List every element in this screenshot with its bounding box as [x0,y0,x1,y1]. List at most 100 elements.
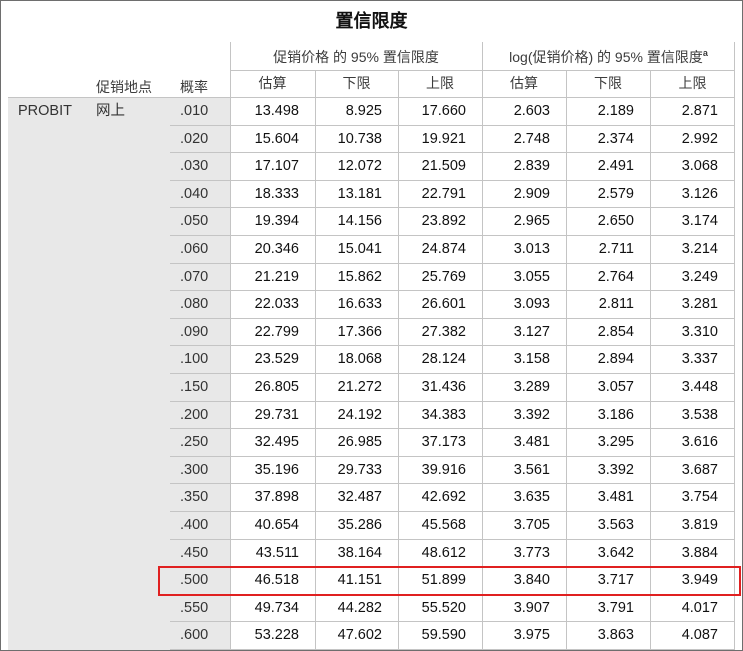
probability-cell: .550 [180,599,209,616]
price-ci-group-header: 促销价格 的 95% 置信限度 [230,46,482,68]
log-upper-cell: 3.126 [650,180,735,208]
price-estimate-cell: 32.495 [230,429,315,456]
price-upper-cell: 34.383 [398,401,482,429]
log-lower-cell: 2.491 [566,153,650,180]
log-upper-cell: 3.310 [650,318,735,346]
table-row: .200 29.731 24.192 34.383 3.392 3.186 3.… [170,401,735,430]
log-estimate-cell: 2.965 [482,208,566,235]
price-estimate-cell: 13.498 [230,98,315,125]
table-row: .100 23.529 18.068 28.124 3.158 2.894 3.… [170,346,735,374]
log-estimate-cell: 3.907 [482,594,566,622]
log-estimate-cell: 2.603 [482,98,566,125]
price-upper-cell: 51.899 [398,567,482,594]
table-row: .350 37.898 32.487 42.692 3.635 3.481 3.… [170,484,735,512]
probability-cell: .200 [180,406,209,423]
log-lower-cell: 2.189 [566,98,650,125]
probability-cell: .020 [180,130,209,147]
price-ci-group-label: 促销价格 的 95% 置信限度 [273,49,439,65]
price-upper-cell: 59.590 [398,622,482,649]
price-estimate-cell: 40.654 [230,511,315,539]
log-lower-cell: 3.642 [566,539,650,567]
log-estimate-cell: 3.635 [482,484,566,511]
table-row: .070 21.219 15.862 25.769 3.055 2.764 3.… [170,263,735,292]
log-lower-cell: 3.057 [566,373,650,401]
log-upper-cell: 3.819 [650,511,735,539]
price-estimate-cell: 49.734 [230,594,315,622]
price-lower-cell: 16.633 [315,291,398,318]
log-price-ci-group-label: log(促销价格) 的 95% 置信限度 [509,49,703,65]
price-lower-cell: 17.366 [315,318,398,346]
price-lower-cell: 29.733 [315,456,398,484]
price-upper-cell: 24.874 [398,235,482,263]
price-upper-cell: 31.436 [398,373,482,401]
table-body: .010 13.498 8.925 17.660 2.603 2.189 2.8… [170,98,735,650]
table-row: .150 26.805 21.272 31.436 3.289 3.057 3.… [170,373,735,402]
probability-cell: .050 [180,213,209,230]
price-lower-cell: 21.272 [315,373,398,401]
log-lower-cell: 2.579 [566,180,650,208]
log-lower-cell: 2.811 [566,291,650,318]
probability-cell: .300 [180,461,209,478]
log-upper-header: 上限 [678,75,707,91]
probability-cell: .350 [180,489,209,506]
table-row: .040 18.333 13.181 22.791 2.909 2.579 3.… [170,180,735,209]
table-row: .450 43.511 38.164 48.612 3.773 3.642 3.… [170,539,735,568]
probability-cell: .090 [180,323,209,340]
log-estimate-cell: 2.748 [482,125,566,153]
probability-cell: .010 [180,103,209,119]
location-column-header: 促销地点 [96,79,152,95]
log-estimate-header: 估算 [510,75,538,91]
log-upper-cell: 3.687 [650,456,735,484]
probability-cell: .250 [180,434,209,451]
log-lower-cell: 3.481 [566,484,650,511]
log-estimate-cell: 3.392 [482,401,566,429]
log-upper-cell: 3.281 [650,291,735,318]
log-lower-cell: 3.392 [566,456,650,484]
probability-cell: .030 [180,158,209,175]
price-lower-cell: 8.925 [315,98,398,125]
confidence-limits-pivot-table[interactable]: 置信限度 促销价格 的 95% 置信限度 log(促销价格) 的 95% 置信限… [0,0,743,651]
log-estimate-cell: 3.127 [482,318,566,346]
log-upper-cell: 3.337 [650,346,735,373]
table-row: .600 53.228 47.602 59.590 3.975 3.863 4.… [170,622,735,650]
probability-cell: .080 [180,296,209,313]
table-row: .030 17.107 12.072 21.509 2.839 2.491 3.… [170,153,735,181]
log-lower-cell: 2.854 [566,318,650,346]
log-upper-cell: 3.754 [650,484,735,511]
log-lower-cell: 2.650 [566,208,650,235]
price-upper-cell: 23.892 [398,208,482,235]
price-upper-cell: 27.382 [398,318,482,346]
price-estimate-cell: 19.394 [230,208,315,235]
log-lower-header: 下限 [594,75,622,91]
price-estimate-cell: 15.604 [230,125,315,153]
probability-cell: .450 [180,544,209,561]
log-lower-cell: 2.764 [566,263,650,291]
probability-cell: .600 [180,627,209,644]
price-estimate-cell: 37.898 [230,484,315,511]
log-upper-cell: 3.448 [650,373,735,401]
log-estimate-cell: 3.773 [482,539,566,567]
table-row: .060 20.346 15.041 24.874 3.013 2.711 3.… [170,235,735,264]
table-row: .250 32.495 26.985 37.173 3.481 3.295 3.… [170,429,735,457]
price-lower-cell: 38.164 [315,539,398,567]
price-estimate-cell: 18.333 [230,180,315,208]
price-estimate-cell: 22.799 [230,318,315,346]
price-lower-cell: 47.602 [315,622,398,649]
table-row: .020 15.604 10.738 19.921 2.748 2.374 2.… [170,125,735,154]
log-lower-cell: 3.295 [566,429,650,456]
table-row: .500 46.518 41.151 51.899 3.840 3.717 3.… [170,567,735,595]
log-estimate-cell: 3.975 [482,622,566,649]
log-estimate-cell: 3.561 [482,456,566,484]
probability-cell: .070 [180,268,209,285]
price-upper-cell: 39.916 [398,456,482,484]
price-upper-cell: 25.769 [398,263,482,291]
price-lower-cell: 14.156 [315,208,398,235]
probability-cell: .060 [180,240,209,257]
footnote-marker: a [702,48,708,58]
table-row: .550 49.734 44.282 55.520 3.907 3.791 4.… [170,594,735,623]
log-lower-cell: 3.186 [566,401,650,429]
price-estimate-header: 估算 [258,75,287,91]
price-upper-cell: 48.612 [398,539,482,567]
price-lower-cell: 13.181 [315,180,398,208]
log-estimate-cell: 3.840 [482,567,566,594]
